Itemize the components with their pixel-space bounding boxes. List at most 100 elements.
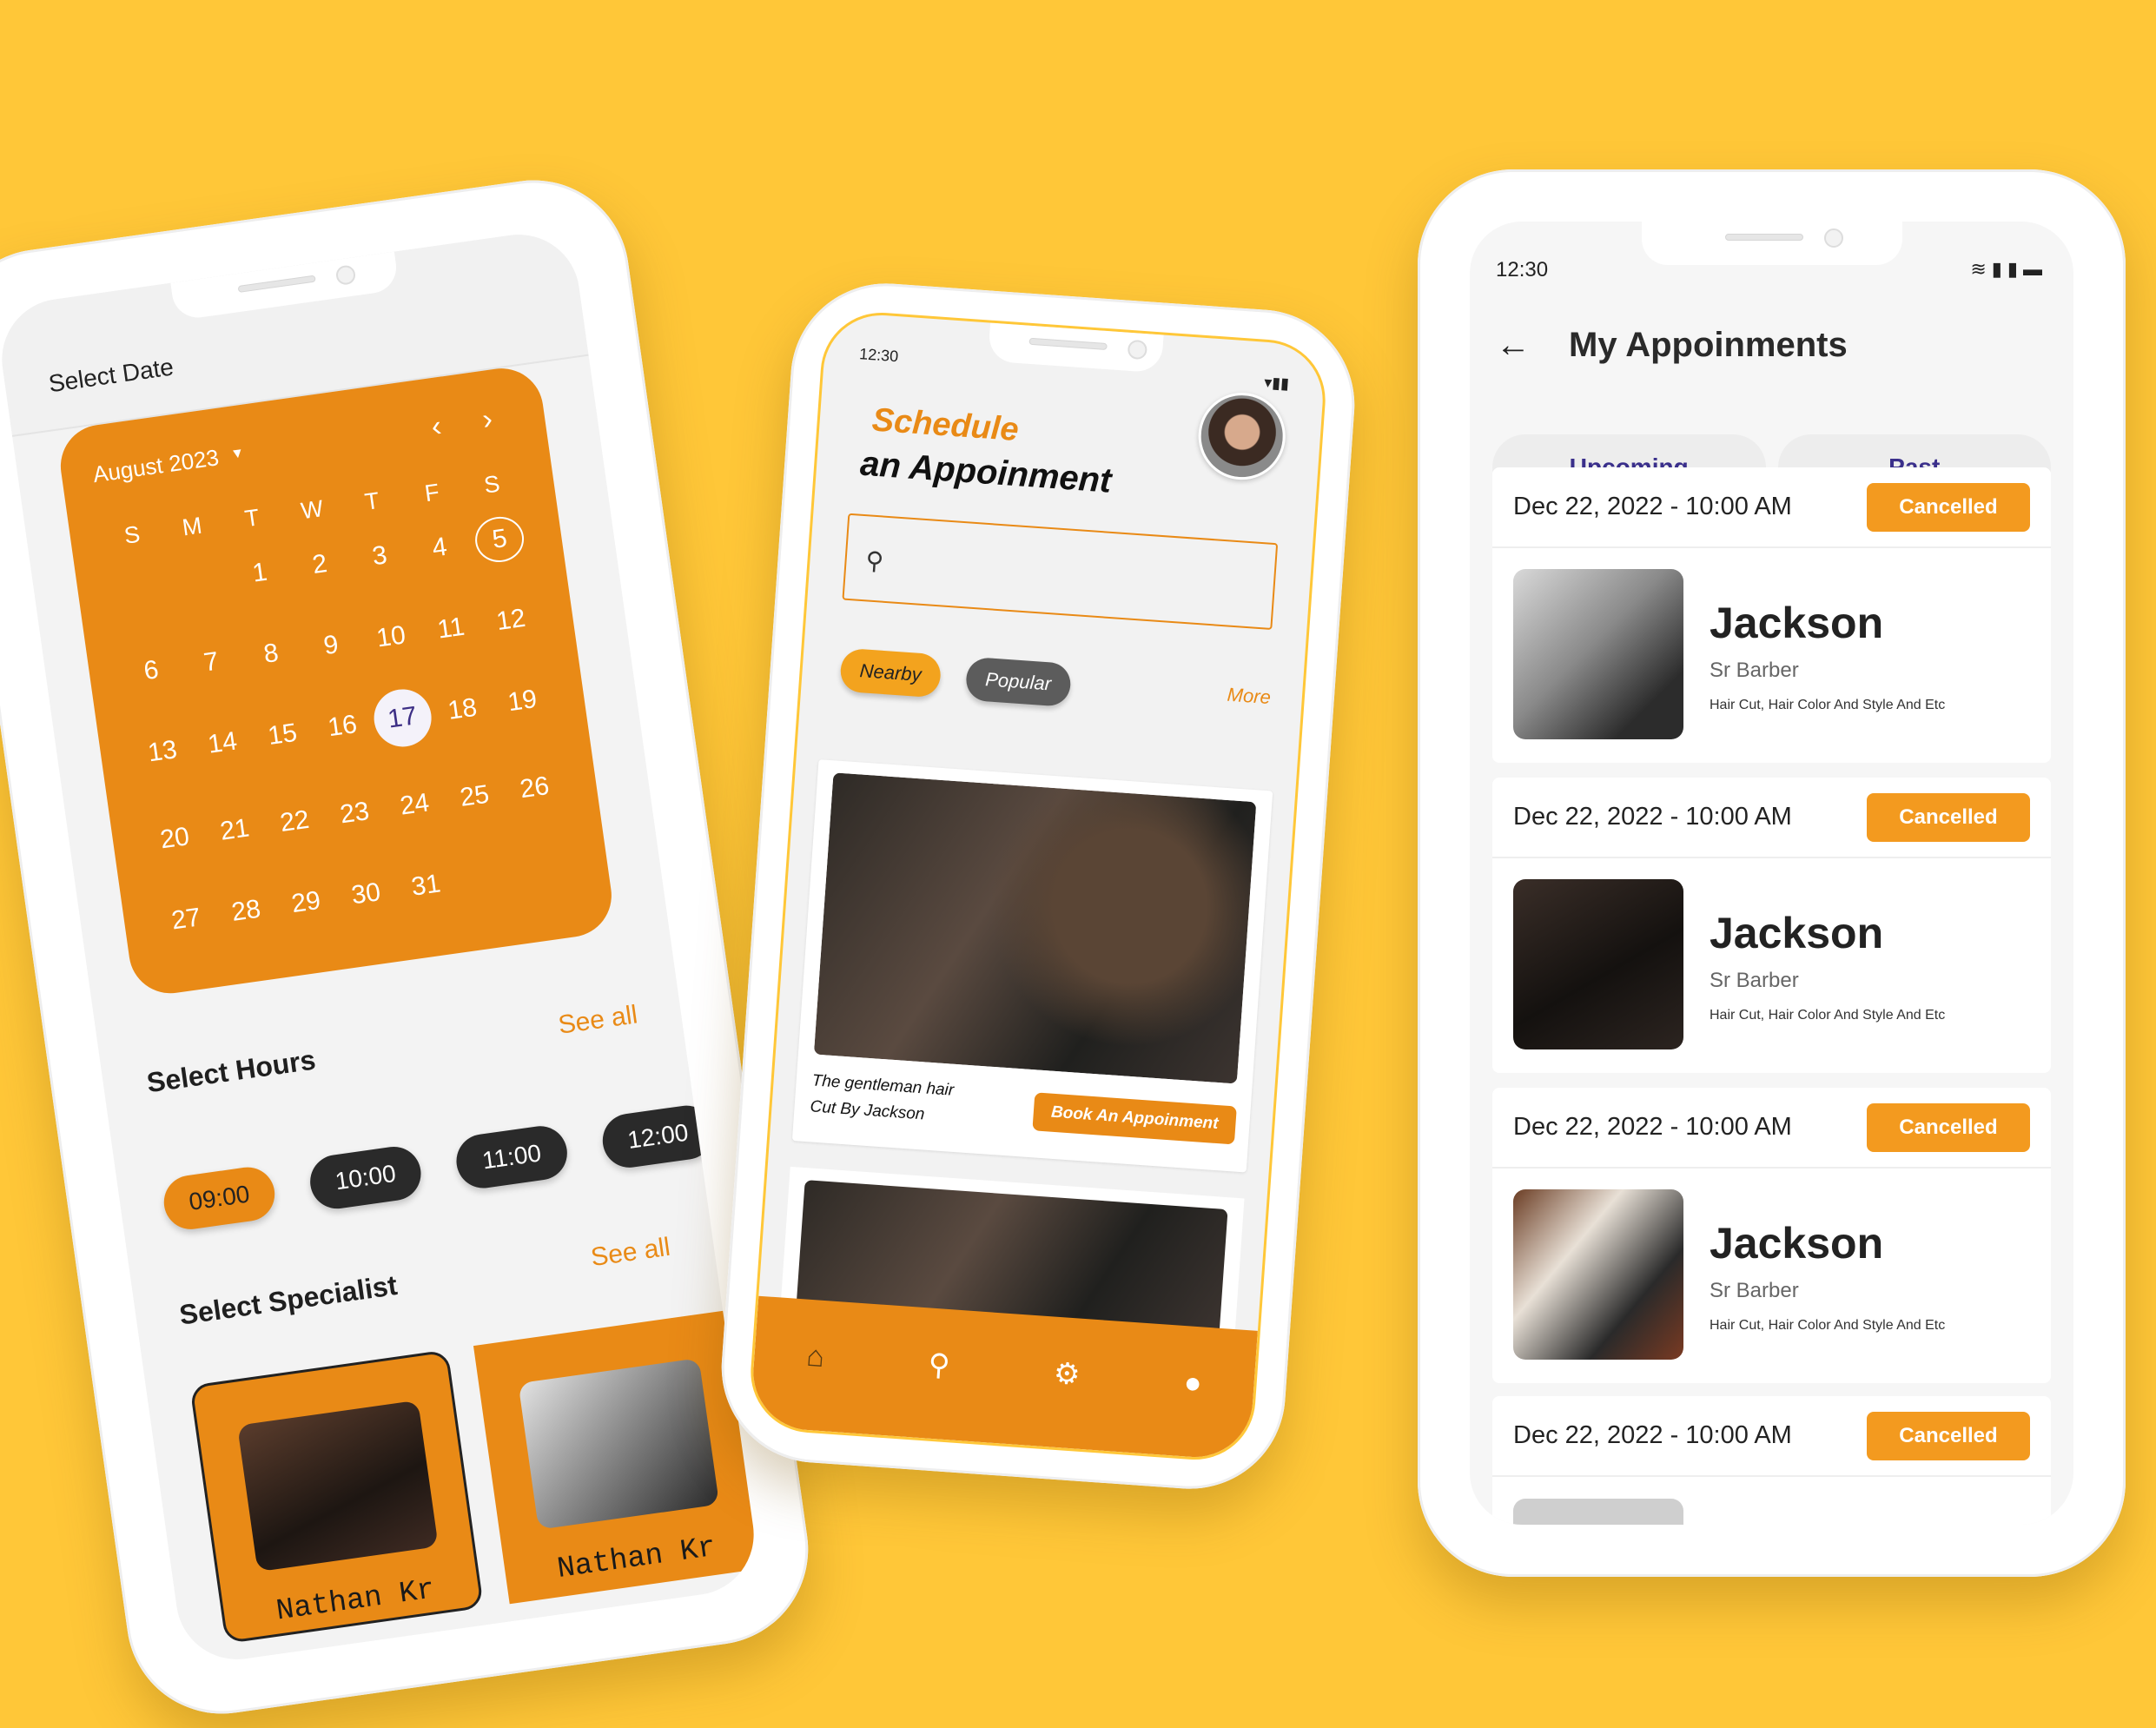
post-image [813, 772, 1257, 1084]
status-time: 12:30 [858, 345, 899, 366]
barber-post: The gentleman hair Cut By Jackson Book A… [791, 759, 1273, 1173]
calendar-day[interactable]: 5 [472, 513, 527, 566]
calendar-day[interactable]: 13 [129, 725, 195, 778]
phone-schedule: 12:30 ▾▮▮ Schedule an Appoinment ⚲ Nearb… [715, 276, 1361, 1496]
calendar-day[interactable]: 31 [393, 859, 459, 912]
hour-option[interactable]: 09:00 [160, 1163, 279, 1233]
book-appointment-button[interactable]: Book An Appoinment [1032, 1092, 1237, 1145]
hours-title: Select Hours [144, 1043, 318, 1099]
calendar-day[interactable]: 6 [118, 645, 184, 698]
calendar-day[interactable]: 21 [202, 804, 268, 857]
calendar-day[interactable]: 18 [429, 683, 495, 736]
search-icon[interactable]: ⚲ [927, 1347, 951, 1384]
calendar-empty-cell [107, 564, 173, 617]
calendar-day[interactable]: 23 [321, 787, 387, 840]
calendar-day[interactable]: 3 [347, 530, 413, 583]
avatar[interactable] [1195, 389, 1289, 483]
calendar-day[interactable]: 10 [358, 611, 424, 664]
calendar-day[interactable]: 29 [273, 876, 339, 929]
header: ← My Appoinments [1496, 326, 1848, 365]
barber-services: Hair Cut, Hair Color And Style And Etc [1710, 1008, 1946, 1023]
calendar-day[interactable]: 19 [489, 674, 555, 727]
specialist-name: Nathan Kr [555, 1531, 718, 1587]
calendar-day[interactable]: 11 [418, 602, 484, 655]
calendar-day[interactable]: 24 [381, 778, 447, 831]
speaker [237, 275, 316, 293]
specialist-name: Nathan Kr [274, 1573, 437, 1629]
calendar-day[interactable]: 20 [142, 812, 208, 865]
calendar-day[interactable]: 22 [261, 795, 327, 848]
specialist-photo [518, 1358, 720, 1530]
schedule-screen: 12:30 ▾▮▮ Schedule an Appoinment ⚲ Nearb… [746, 308, 1330, 1464]
calendar-day[interactable]: 8 [238, 627, 304, 680]
hour-option[interactable]: 12:00 [599, 1102, 718, 1171]
speaker [1028, 337, 1108, 351]
weekday-label: T [362, 487, 381, 515]
calendar-day[interactable]: 17 [370, 685, 435, 751]
specialist-see-all-link[interactable]: See all [589, 1232, 672, 1272]
calendar-day[interactable]: 25 [441, 770, 507, 823]
speaker [1724, 234, 1803, 241]
calendar-day[interactable]: 2 [287, 538, 353, 591]
camera [1127, 339, 1148, 361]
barber-name: Jackson [1710, 599, 1884, 647]
chevron-down-icon[interactable]: ▼ [229, 446, 245, 463]
status-badge: Cancelled [1867, 482, 2030, 532]
calendar-day[interactable]: 7 [178, 636, 244, 689]
barber-name: Jackson [1710, 909, 1884, 957]
calendar-day[interactable]: 26 [501, 762, 567, 815]
arrow-left-icon[interactable]: ← [1496, 326, 1531, 365]
calendar-day[interactable]: 4 [407, 521, 473, 574]
user-icon[interactable]: ● [1183, 1366, 1203, 1400]
calendar-day[interactable]: 28 [213, 884, 279, 937]
chevron-left-icon[interactable]: ‹ [429, 409, 444, 444]
calendar-day[interactable]: 1 [227, 546, 293, 599]
hour-options: 09:00 10:00 11:00 12:00 [160, 1102, 718, 1233]
appointment-header: Dec 22, 2022 - 10:00 AM Cancelled [1492, 467, 2051, 548]
appointments-screen: 12:30 ≋▮▮▬ ← My Appoinments Upcoming Pas… [1470, 222, 2073, 1525]
status-time: 12:30 [1496, 258, 1549, 281]
calendar-day[interactable]: 15 [249, 708, 315, 761]
screen-title: Select Date [46, 353, 175, 398]
phone-appointments: 12:30 ≋▮▮▬ ← My Appoinments Upcoming Pas… [1418, 169, 2126, 1577]
weekday-label: S [122, 520, 142, 549]
barber-photo [1513, 569, 1683, 739]
calendar-day[interactable]: 12 [478, 593, 544, 646]
filter-nearby[interactable]: Nearby [839, 647, 942, 698]
barber-role: Sr Barber [1710, 659, 1799, 682]
appointment-datetime: Dec 22, 2022 - 10:00 AM [1513, 1421, 1792, 1449]
gear-icon[interactable]: ⚙ [1053, 1356, 1081, 1393]
appointment-card[interactable]: Dec 22, 2022 - 10:00 AM Cancelled [1492, 1396, 2051, 1525]
home-icon[interactable]: ⌂ [805, 1339, 825, 1374]
more-link[interactable]: More [1227, 684, 1272, 709]
month-selector[interactable]: August 2023 [91, 444, 221, 488]
calendar-day[interactable]: 9 [298, 619, 364, 672]
calendar-day[interactable]: 14 [189, 717, 255, 770]
appointment-card[interactable]: Dec 22, 2022 - 10:00 AM Cancelled Jackso… [1492, 778, 2051, 1073]
hour-option[interactable]: 10:00 [307, 1142, 425, 1213]
appointment-datetime: Dec 22, 2022 - 10:00 AM [1513, 803, 1792, 831]
hour-option[interactable]: 11:00 [453, 1122, 571, 1192]
weekday-label: W [299, 495, 325, 525]
barber-photo [1513, 1189, 1683, 1360]
hours-see-all-link[interactable]: See all [557, 1000, 640, 1040]
chevron-right-icon[interactable]: › [480, 401, 495, 436]
phone-calendar: Select Date August 2023 ▼ ‹ › SMTWTFS 12… [0, 168, 821, 1726]
search-input[interactable]: ⚲ [842, 513, 1279, 631]
calendar-empty-cell [167, 555, 233, 608]
status-icons: ▾▮▮ [1263, 373, 1290, 393]
appointment-card[interactable]: Dec 22, 2022 - 10:00 AM Cancelled Jackso… [1492, 1088, 2051, 1383]
appointment-header: Dec 22, 2022 - 10:00 AM Cancelled [1492, 1396, 2051, 1477]
barber-photo [1513, 879, 1683, 1049]
appointment-card[interactable]: Dec 22, 2022 - 10:00 AM Cancelled Jackso… [1492, 467, 2051, 763]
filter-popular[interactable]: Popular [964, 656, 1072, 707]
calendar-day[interactable]: 30 [333, 868, 399, 921]
notch [1641, 222, 1902, 265]
specialist-card[interactable]: Nathan Kr [473, 1309, 762, 1605]
specialist-card[interactable]: Nathan Kr [189, 1349, 485, 1645]
weekday-label: M [180, 512, 204, 541]
page-title: My Appoinments [1569, 326, 1848, 364]
calendar-day[interactable]: 16 [309, 700, 375, 753]
calendar-day[interactable]: 27 [153, 893, 219, 946]
weekday-label: S [482, 470, 502, 499]
